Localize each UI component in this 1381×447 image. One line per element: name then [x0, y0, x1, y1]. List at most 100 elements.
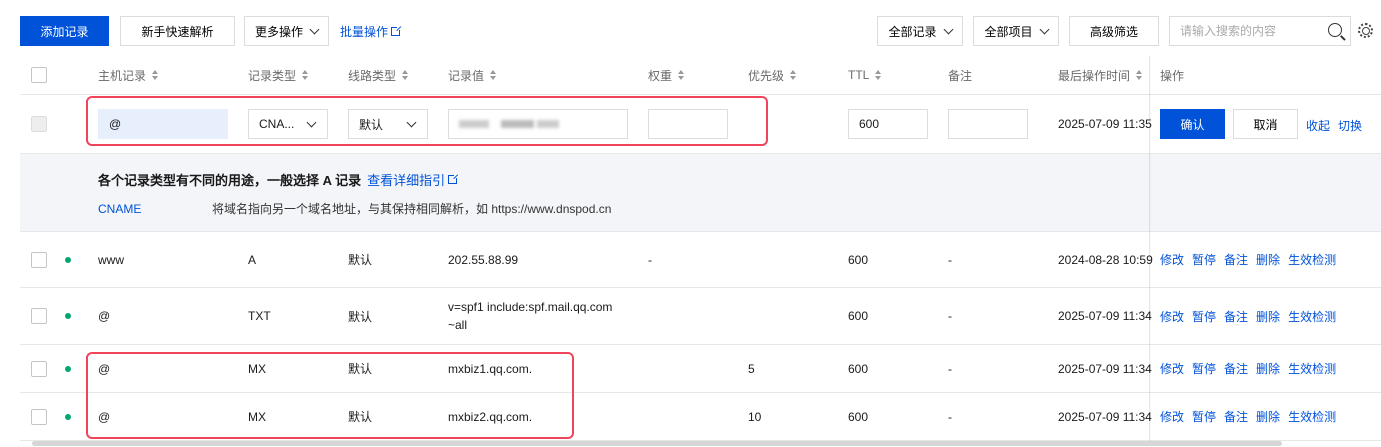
- action-link[interactable]: 修改: [1160, 360, 1184, 377]
- column-header[interactable]: 最后操作时间: [1058, 56, 1143, 94]
- cell-host: www: [98, 252, 124, 267]
- action-link[interactable]: 删除: [1256, 408, 1280, 425]
- chevron-down-icon: [943, 24, 953, 34]
- table-header: 主机记录 记录类型 线路类型 记录值 权重 优先级 TTL 备注 最后操作时间 …: [20, 56, 1381, 95]
- action-link[interactable]: 生效检测: [1288, 360, 1336, 377]
- action-link[interactable]: 备注: [1224, 251, 1248, 268]
- row-checkbox[interactable]: [31, 308, 47, 324]
- highlight-box: [86, 352, 574, 439]
- row-checkbox: [31, 116, 47, 132]
- cell-ttl: 600: [848, 409, 869, 424]
- more-ops-dropdown[interactable]: 更多操作: [244, 16, 329, 46]
- sort-icon[interactable]: [790, 70, 797, 80]
- batch-ops-link[interactable]: 批量操作: [340, 23, 403, 40]
- hint-desc: 将域名指向另一个域名地址，与其保持相同解析，如 https://www.dnsp…: [212, 202, 612, 216]
- cell-ttl: 600: [848, 309, 869, 323]
- search-box: [1169, 16, 1351, 46]
- table-row: www A 默认 202.55.88.99 - 600 - 2024-08-28 10:59 修…: [20, 232, 1381, 288]
- status-dot: [65, 256, 71, 263]
- column-label: 优先级: [748, 68, 785, 83]
- all-items-dropdown[interactable]: 全部项目: [973, 16, 1059, 46]
- action-link[interactable]: 备注: [1224, 408, 1248, 425]
- search-icon[interactable]: [1328, 23, 1342, 37]
- column-header[interactable]: 优先级: [748, 56, 797, 94]
- all-items-label: 全部项目: [984, 24, 1033, 39]
- cell-time: 2024-08-28 10:59: [1058, 252, 1153, 267]
- action-link[interactable]: 备注: [1224, 308, 1248, 325]
- sort-icon[interactable]: [1136, 70, 1143, 80]
- status-dot: [65, 365, 71, 372]
- collapse-link[interactable]: 收起: [1306, 117, 1330, 134]
- action-link[interactable]: 生效检测: [1288, 408, 1336, 425]
- hint-title-row: 各个记录类型有不同的用途，一般选择 A 记录 查看详细指引: [98, 170, 460, 189]
- cell-priority: 10: [748, 409, 762, 424]
- column-label: 主机记录: [98, 68, 147, 83]
- status-dot: [65, 313, 71, 319]
- search-input[interactable]: [1180, 24, 1320, 38]
- cell-note: -: [948, 309, 952, 323]
- sort-icon[interactable]: [152, 70, 159, 80]
- action-link[interactable]: 生效检测: [1288, 251, 1336, 268]
- note-input[interactable]: [948, 109, 1028, 139]
- action-link[interactable]: 修改: [1160, 308, 1184, 325]
- highlight-box: [86, 96, 768, 146]
- guide-link[interactable]: 查看详细指引: [367, 170, 460, 189]
- column-header[interactable]: 线路类型: [348, 56, 409, 94]
- fixed-column-divider: [1149, 56, 1151, 443]
- chevron-down-icon: [1039, 24, 1049, 34]
- cancel-button[interactable]: 取消: [1233, 109, 1298, 139]
- row-checkbox[interactable]: [31, 251, 47, 268]
- ttl-input[interactable]: 600: [848, 109, 928, 139]
- column-header[interactable]: 权重: [648, 56, 685, 94]
- row-actions: 修改 暂停 备注 删除 生效检测: [1160, 288, 1344, 344]
- external-link-icon: [391, 25, 403, 36]
- row-actions: 修改 暂停 备注 删除 生效检测: [1160, 232, 1344, 287]
- switch-link[interactable]: 切换: [1338, 117, 1362, 134]
- column-header[interactable]: 主机记录: [98, 56, 159, 94]
- action-link[interactable]: 暂停: [1192, 251, 1216, 268]
- cell-note: -: [948, 252, 952, 267]
- column-label: 操作: [1160, 68, 1185, 83]
- more-ops-label: 更多操作: [254, 24, 303, 39]
- sort-icon[interactable]: [302, 70, 309, 80]
- sort-icon[interactable]: [490, 70, 497, 80]
- column-header[interactable]: 记录值: [448, 56, 497, 94]
- ttl-value: 600: [859, 117, 880, 131]
- horizontal-scrollbar[interactable]: [32, 441, 1282, 446]
- action-link[interactable]: 删除: [1256, 308, 1280, 325]
- row-actions: 修改 暂停 备注 删除 生效检测: [1160, 393, 1344, 440]
- sort-icon[interactable]: [402, 70, 409, 80]
- cell-line: 默认: [348, 253, 373, 267]
- cell-time: 2025-07-09 11:34: [1058, 409, 1152, 424]
- row-checkbox[interactable]: [31, 360, 47, 377]
- confirm-button[interactable]: 确认: [1160, 109, 1225, 139]
- action-link[interactable]: 暂停: [1192, 408, 1216, 425]
- cell-host: @: [98, 309, 111, 323]
- row-checkbox[interactable]: [31, 408, 47, 425]
- all-records-dropdown[interactable]: 全部记录: [877, 16, 963, 46]
- row-actions: 修改 暂停 备注 删除 生效检测: [1160, 345, 1344, 392]
- column-header[interactable]: TTL: [848, 56, 882, 94]
- advanced-filter-button[interactable]: 高级筛选: [1069, 16, 1159, 46]
- guide-link-label: 查看详细指引: [367, 173, 446, 188]
- action-link[interactable]: 删除: [1256, 360, 1280, 377]
- action-link[interactable]: 暂停: [1192, 308, 1216, 325]
- cell-time: 2025-07-09 11:34: [1058, 361, 1152, 376]
- action-link[interactable]: 修改: [1160, 408, 1184, 425]
- select-all-checkbox[interactable]: [31, 67, 47, 83]
- add-record-button[interactable]: 添加记录: [20, 16, 109, 46]
- action-link[interactable]: 删除: [1256, 251, 1280, 268]
- column-header[interactable]: 记录类型: [248, 56, 309, 94]
- hint-type: CNAME: [98, 202, 142, 216]
- action-link[interactable]: 修改: [1160, 251, 1184, 268]
- gear-icon[interactable]: [1358, 23, 1373, 38]
- batch-ops-label: 批量操作: [340, 25, 389, 39]
- action-link[interactable]: 暂停: [1192, 360, 1216, 377]
- action-link[interactable]: 生效检测: [1288, 308, 1336, 325]
- action-link[interactable]: 备注: [1224, 360, 1248, 377]
- sort-icon[interactable]: [875, 70, 882, 80]
- sort-icon[interactable]: [678, 70, 685, 80]
- table-row: @ TXT 默认 v=spf1 include:spf.mail.qq.com ~al…: [20, 288, 1381, 345]
- cell-note: -: [948, 361, 952, 376]
- quick-parse-button[interactable]: 新手快速解析: [120, 16, 235, 46]
